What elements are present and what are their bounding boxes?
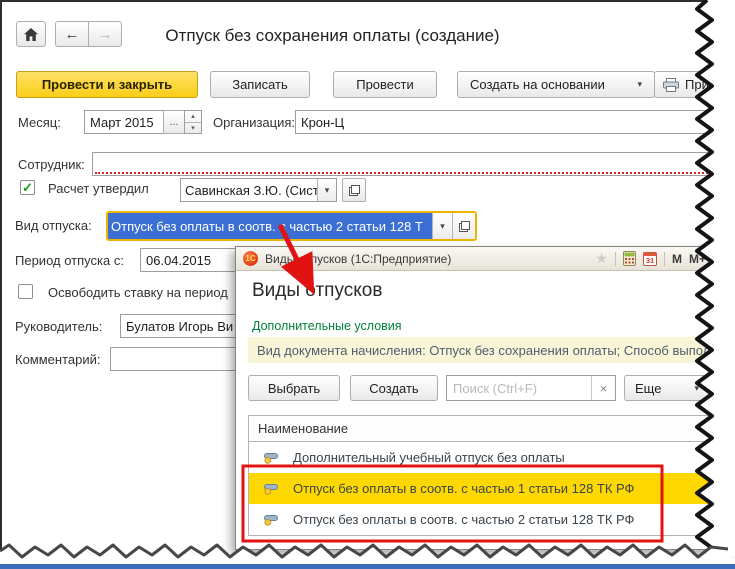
svg-text:31: 31 [646, 256, 654, 265]
table-row[interactable]: Дополнительный учебный отпуск без оплаты [249, 442, 723, 473]
vacation-kind-item-icon [263, 451, 280, 464]
approved-by-label: Расчет утвердил [48, 181, 149, 196]
more-label: Еще [635, 380, 662, 396]
bottom-blue-bar [0, 564, 735, 569]
titlebar-separator [614, 251, 616, 266]
memory-recall-button[interactable]: M [672, 252, 682, 266]
additional-conditions-link[interactable]: Дополнительные условия [252, 319, 402, 333]
chevron-down-icon: ▾ [324, 184, 330, 195]
calculator-icon[interactable] [622, 251, 636, 266]
create-based-on-button[interactable]: Создать на основании ▾ [457, 71, 655, 98]
month-stepper[interactable]: ▴ ▾ [184, 110, 202, 134]
approved-by-combo[interactable]: Савинская З.Ю. (Системны ▾ [180, 178, 337, 202]
select-button[interactable]: Выбрать [248, 375, 340, 401]
order-label: Приказ [685, 77, 728, 92]
memory-plus-button[interactable]: M+ [689, 252, 706, 266]
employee-label: Сотрудник: [18, 157, 85, 172]
page-title: Отпуск без сохранения оплаты (создание) [165, 26, 500, 45]
vacation-kind-item-icon [263, 513, 280, 526]
open-link-icon [348, 184, 360, 196]
spin-up-icon[interactable]: ▴ [185, 111, 201, 122]
release-position-checkbox[interactable] [18, 284, 33, 299]
chevron-down-icon: ▾ [440, 220, 445, 231]
manager-input[interactable]: Булатов Игорь Ви [120, 314, 237, 338]
manager-label: Руководитель: [15, 319, 103, 334]
period-from-label: Период отпуска с: [15, 253, 124, 268]
release-position-label: Освободить ставку на период [48, 285, 228, 300]
spin-down-icon[interactable]: ▾ [185, 121, 201, 134]
month-picker-button[interactable]: ... [163, 110, 185, 134]
order-print-button[interactable]: Приказ [654, 71, 735, 98]
vacation-kind-label: Вид отпуска: [15, 218, 92, 233]
more-button[interactable]: Еще ▾ [624, 375, 710, 401]
calendar-icon[interactable]: 31 [642, 251, 657, 266]
organization-label: Организация: [213, 115, 296, 130]
sort-descending-icon: ↓ [705, 421, 711, 436]
post-button[interactable]: Провести [333, 71, 437, 98]
vacation-kind-open-button[interactable] [452, 213, 475, 239]
employee-input[interactable] [92, 152, 723, 176]
table-row-selected[interactable]: Отпуск без оплаты в соотв. с частью 1 ст… [249, 473, 723, 504]
check-icon: ✓ [22, 180, 33, 195]
dialog-header: Виды отпусков [252, 280, 383, 301]
search-input[interactable] [447, 376, 591, 400]
vacation-kind-dropdown-button[interactable]: ▾ [432, 213, 452, 239]
accrual-kind-info-bar: Вид документа начисления: Отпуск без сох… [248, 337, 734, 363]
table-header-name-column[interactable]: Наименование ↓ [249, 416, 723, 442]
vacation-kinds-table: Наименование ↓ Дополнительный учебный от… [248, 415, 724, 536]
1c-logo-icon: 1С [243, 251, 258, 266]
vacation-kind-item-icon [263, 482, 280, 495]
table-row[interactable]: Отпуск без оплаты в соотв. с частью 2 ст… [249, 504, 723, 535]
vacation-kind-value-selected: Отпуск без оплаты в соотв. с частью 2 ст… [108, 213, 432, 239]
approved-by-open-button[interactable] [342, 178, 366, 202]
titlebar-separator [663, 251, 665, 266]
approved-by-dropdown-button[interactable]: ▾ [317, 179, 336, 201]
row-label: Отпуск без оплаты в соотв. с частью 1 ст… [293, 481, 635, 496]
frame-top-line [0, 0, 735, 2]
month-input[interactable]: Март 2015 [84, 110, 164, 134]
post-and-close-button[interactable]: Провести и закрыть [16, 71, 198, 98]
open-link-icon [458, 220, 470, 232]
create-based-on-label: Создать на основании [470, 77, 605, 92]
1c-application-window: ← → Отпуск без сохранения оплаты (создан… [0, 0, 735, 569]
dialog-titlebar[interactable]: 1С Виды отпусков (1С:Предприятие) ★ 31 M… [236, 247, 734, 271]
approved-by-checkbox[interactable]: ✓ [20, 180, 35, 195]
chevron-down-icon: ▾ [637, 79, 642, 89]
memory-minus-button[interactable]: M- [713, 252, 727, 266]
organization-input[interactable]: Крон-Ц [295, 110, 723, 134]
save-button[interactable]: Записать [210, 71, 310, 98]
vacation-kind-combo[interactable]: Отпуск без оплаты в соотв. с частью 2 ст… [106, 211, 477, 241]
ellipsis-icon: ... [169, 116, 179, 128]
row-label: Отпуск без оплаты в соотв. с частью 2 ст… [293, 512, 635, 527]
create-button[interactable]: Создать [350, 375, 438, 401]
column-header-label: Наименование [258, 421, 349, 436]
month-label: Месяц: [18, 115, 61, 130]
printer-icon [663, 77, 679, 92]
comment-input[interactable] [110, 347, 237, 371]
search-clear-button[interactable]: × [591, 376, 615, 400]
vacation-kinds-dialog: 1С Виды отпусков (1С:Предприятие) ★ 31 M… [235, 246, 735, 550]
row-label: Дополнительный учебный отпуск без оплаты [293, 450, 565, 465]
comment-label: Комментарий: [15, 352, 101, 367]
dialog-title: Виды отпусков (1С:Предприятие) [265, 251, 452, 266]
favorites-star-icon[interactable]: ★ [595, 250, 608, 267]
frame-left-line [0, 0, 2, 569]
chevron-down-icon: ▾ [694, 382, 699, 393]
approved-by-value: Савинская З.Ю. (Системны [185, 182, 317, 198]
period-from-input[interactable]: 06.04.2015 [140, 248, 237, 272]
search-box: × [446, 375, 616, 401]
